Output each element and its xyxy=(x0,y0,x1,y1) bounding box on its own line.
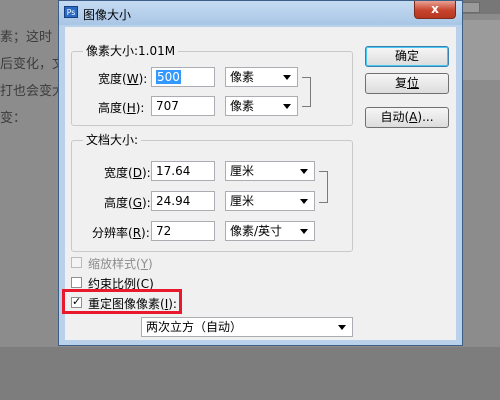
chevron-down-icon xyxy=(283,104,291,109)
pixel-dimensions-legend: 像素大小:1.01M xyxy=(83,42,179,59)
resample-highlight-box xyxy=(62,289,182,314)
chevron-down-icon xyxy=(283,75,291,80)
background-text-line: 素；这时 xyxy=(0,30,53,45)
doc-width-input[interactable]: 17.64 xyxy=(151,161,215,181)
pixel-height-input[interactable]: 707 xyxy=(151,96,215,116)
doc-width-label: 宽度(D): xyxy=(104,166,151,180)
constrain-proportions-checkbox[interactable] xyxy=(71,277,82,288)
background-panel xyxy=(462,20,500,80)
pixel-width-unit-select[interactable]: 像素 xyxy=(225,67,298,87)
background-footer xyxy=(0,347,500,400)
pixel-height-label: 高度(H): xyxy=(98,101,145,115)
background-text-line: 打也会变大 xyxy=(0,84,66,99)
resample-method-select[interactable]: 两次立方（自动） xyxy=(141,317,353,337)
reset-button[interactable]: 复位 xyxy=(365,73,449,94)
pixel-link-icon xyxy=(302,77,311,107)
dialog-titlebar[interactable]: Ps 图像大小 x xyxy=(59,1,462,25)
background-text-line: 后变化，文 xyxy=(0,57,66,72)
auto-button[interactable]: 自动(A)... xyxy=(365,107,449,128)
chevron-down-icon xyxy=(300,199,308,204)
image-size-dialog: Ps 图像大小 x 像素大小:1.01M 宽度(W): 500 像素 高度(H)… xyxy=(58,0,463,346)
doc-height-unit-select[interactable]: 厘米 xyxy=(225,191,315,211)
pixel-height-unit-select[interactable]: 像素 xyxy=(225,96,298,116)
resolution-unit-select[interactable]: 像素/英寸 xyxy=(225,221,315,241)
document-size-legend: 文档大小: xyxy=(83,131,142,148)
pixel-width-input[interactable]: 500 xyxy=(151,67,215,87)
doc-link-icon xyxy=(319,171,328,203)
scale-styles-option[interactable]: 缩放样式(Y) xyxy=(71,255,191,271)
chevron-down-icon xyxy=(300,169,308,174)
ok-button[interactable]: 确定 xyxy=(365,46,449,67)
doc-width-unit-select[interactable]: 厘米 xyxy=(225,161,315,181)
dialog-title: 图像大小 xyxy=(83,8,132,22)
pixel-width-label: 宽度(W): xyxy=(98,72,148,86)
close-icon: x xyxy=(431,2,439,16)
doc-height-input[interactable]: 24.94 xyxy=(151,191,215,211)
scale-styles-checkbox[interactable] xyxy=(71,257,82,268)
chevron-down-icon xyxy=(338,325,346,330)
close-button[interactable]: x xyxy=(414,1,456,19)
doc-height-label: 高度(G): xyxy=(104,196,151,210)
dialog-body: 像素大小:1.01M 宽度(W): 500 像素 高度(H): 707 像素 文… xyxy=(62,27,456,340)
background-text-line: 变： xyxy=(0,111,27,126)
resolution-label: 分辨率(R): xyxy=(92,226,150,240)
chevron-down-icon xyxy=(300,229,308,234)
photoshop-icon: Ps xyxy=(64,6,78,18)
resolution-input[interactable]: 72 xyxy=(151,221,215,241)
